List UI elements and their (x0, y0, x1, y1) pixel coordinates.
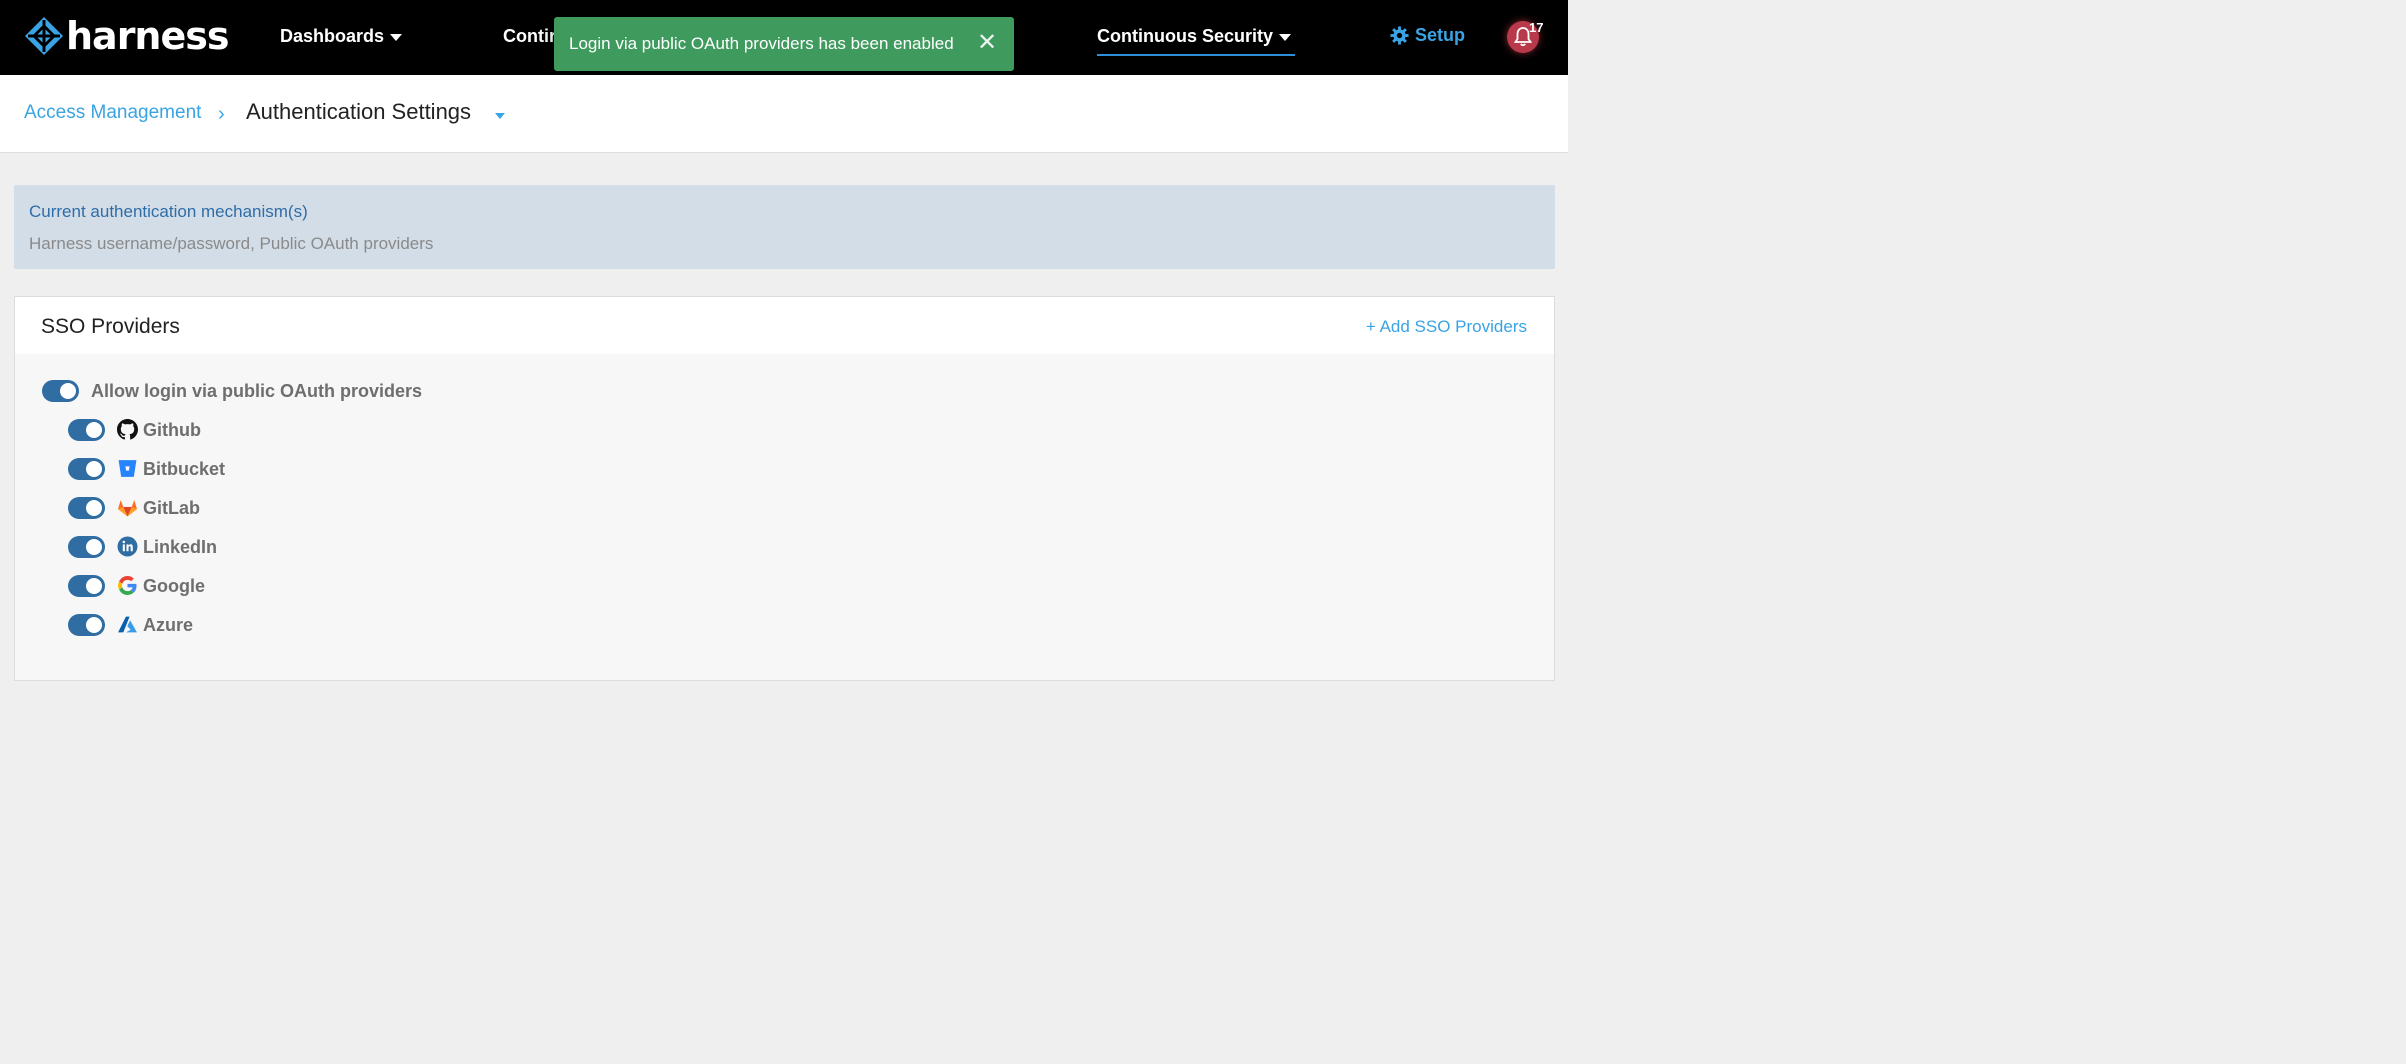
linkedin-icon (117, 536, 138, 557)
public-oauth-label: Allow login via public OAuth providers (91, 381, 423, 401)
toggle-knob (86, 578, 102, 594)
sso-providers-card: SSO Providers + Add SSO Providers Allow … (14, 296, 1555, 681)
toggle-azure[interactable] (68, 614, 105, 636)
success-toast: Login via public OAuth providers has bee… (554, 17, 1014, 71)
toggle-knob (86, 500, 102, 516)
gear-icon (1390, 26, 1409, 45)
nav-continuous-security-label: Continuous Security (1097, 26, 1274, 46)
toggle-github[interactable] (68, 419, 105, 441)
toggle-knob (86, 422, 102, 438)
provider-label-linkedin: LinkedIn (143, 537, 218, 557)
nav-continuous-security[interactable]: Continuous Security (1097, 26, 1292, 47)
chevron-down-icon (390, 34, 403, 41)
toggle-knob (60, 383, 76, 399)
setup-link[interactable]: Setup (1390, 25, 1465, 46)
nav-dashboards-label: Dashboards (280, 26, 385, 46)
chevron-right-icon: › (218, 103, 225, 125)
nav-active-indicator (1097, 54, 1295, 56)
provider-label-gitlab: GitLab (143, 498, 200, 518)
gitlab-icon (117, 497, 138, 518)
auth-mechanism-panel: Current authentication mechanism(s) Harn… (14, 185, 1555, 269)
toggle-gitlab[interactable] (68, 497, 105, 519)
auth-mechanism-title: Current authentication mechanism(s) (29, 202, 308, 221)
toggle-knob (86, 539, 102, 555)
brand-name: harness (66, 14, 229, 58)
close-icon[interactable]: ✕ (976, 31, 998, 55)
github-icon (117, 419, 138, 440)
page-title: Authentication Settings (246, 99, 472, 124)
harness-logo-icon (25, 17, 63, 55)
provider-label-github: Github (143, 420, 201, 440)
toggle-knob (86, 617, 102, 633)
setup-label: Setup (1415, 25, 1466, 45)
provider-label-bitbucket: Bitbucket (143, 459, 226, 479)
page-title-dropdown-icon[interactable] (495, 113, 505, 119)
notification-count: 17 (1529, 20, 1544, 35)
breadcrumb: Access Management › Authentication Setti… (0, 75, 1568, 153)
auth-mechanism-value: Harness username/password, Public OAuth … (29, 234, 434, 253)
google-icon (117, 575, 138, 596)
nav-dashboards[interactable]: Dashboards (280, 26, 403, 47)
toggle-public-oauth[interactable] (42, 380, 79, 402)
toast-message: Login via public OAuth providers has bee… (569, 34, 954, 53)
toggle-linkedin[interactable] (68, 536, 105, 558)
toggle-knob (86, 461, 102, 477)
toggle-google[interactable] (68, 575, 105, 597)
toggle-bitbucket[interactable] (68, 458, 105, 480)
sso-card-header: SSO Providers + Add SSO Providers (15, 297, 1554, 354)
bitbucket-icon (117, 458, 138, 479)
provider-label-google: Google (143, 576, 205, 596)
azure-icon (117, 614, 138, 635)
nav-continuous-label: Contir (503, 26, 556, 46)
breadcrumb-access-management[interactable]: Access Management (24, 102, 201, 124)
add-sso-providers-button[interactable]: + Add SSO Providers (1366, 317, 1527, 337)
harness-logo[interactable]: harness (24, 16, 229, 56)
sso-card-title: SSO Providers (41, 315, 180, 338)
nav-continuous[interactable]: Contir (503, 26, 556, 47)
provider-label-azure: Azure (143, 615, 194, 635)
chevron-down-icon (1279, 34, 1292, 41)
